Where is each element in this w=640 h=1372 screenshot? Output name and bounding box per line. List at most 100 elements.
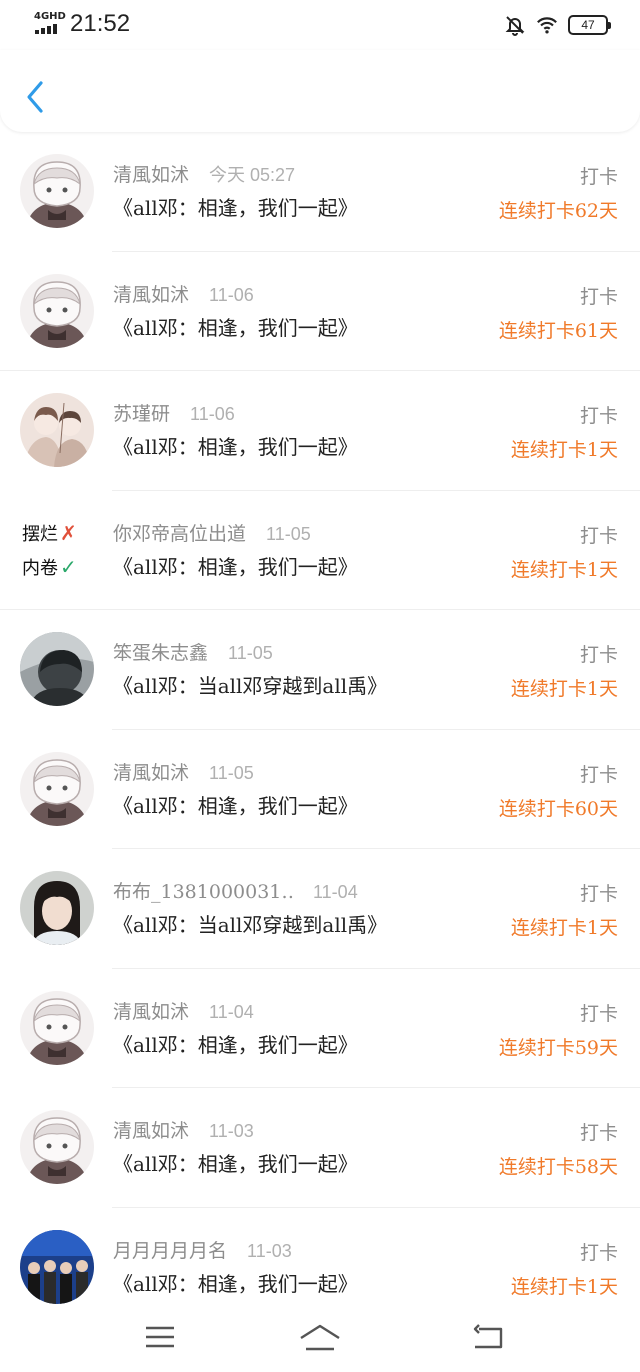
timestamp: 11-04 — [313, 882, 358, 902]
entry-meta: 苏瑾研 11-06 — [113, 399, 235, 425]
streak-label: 连续打卡62天 — [498, 200, 618, 222]
book-title[interactable]: 《all邓：相逢，我们一起》 — [113, 312, 358, 341]
action-label: 打卡 — [579, 405, 618, 427]
battery-icon: 47 — [568, 15, 611, 35]
menu-button[interactable] — [138, 1319, 182, 1355]
streak-label: 连续打卡58天 — [498, 1156, 618, 1178]
avatar[interactable] — [20, 1229, 94, 1304]
book-title[interactable]: 《all邓：当all邓穿越到all禹》 — [113, 909, 387, 938]
avatar[interactable]: 摆烂 ✗ 内卷 ✓ — [22, 517, 92, 583]
username[interactable]: 苏瑾研 — [113, 399, 170, 426]
streak-label: 连续打卡1天 — [510, 439, 618, 461]
back-icon — [473, 1324, 503, 1349]
list-item[interactable]: 清風如沭 今天 05:27 《all邓：相逢，我们一起》 打卡 连续打卡62天 — [0, 132, 640, 252]
list-item[interactable]: 布布_1381000031… 11-04 《all邓：当all邓穿越到all禹》… — [0, 849, 640, 969]
entry-meta: 布布_1381000031… 11-04 — [113, 877, 358, 903]
timestamp: 11-03 — [209, 1121, 254, 1141]
username[interactable]: 清風如沭 — [113, 160, 189, 187]
avatar-text: 内卷 — [22, 557, 58, 579]
username[interactable]: 清風如沭 — [113, 1116, 189, 1143]
network-type: 4GHD — [34, 11, 66, 22]
mute-bell-icon — [504, 14, 526, 36]
book-title[interactable]: 《all邓：相逢，我们一起》 — [113, 790, 358, 819]
book-title[interactable]: 《all邓：相逢，我们一起》 — [113, 1029, 358, 1058]
home-button[interactable] — [298, 1319, 342, 1355]
book-title[interactable]: 《all邓：相逢，我们一起》 — [113, 431, 358, 460]
cross-icon: ✗ — [60, 520, 77, 545]
book-title[interactable]: 《all邓：相逢，我们一起》 — [113, 551, 358, 580]
check-icon: ✓ — [60, 554, 77, 579]
timestamp: 11-06 — [209, 284, 254, 305]
streak-label: 连续打卡1天 — [510, 678, 618, 700]
action-label: 打卡 — [579, 166, 618, 188]
username[interactable]: 你邓帝高位出道 — [113, 519, 246, 546]
book-title[interactable]: 《all邓：相逢，我们一起》 — [113, 192, 358, 221]
action-label: 打卡 — [579, 1002, 618, 1025]
avatar[interactable] — [20, 990, 94, 1065]
streak-label: 连续打卡1天 — [510, 1275, 618, 1298]
entry-meta: 清風如沭 11-04 — [113, 997, 254, 1023]
avatar[interactable] — [20, 154, 94, 228]
list-item[interactable]: 笨蛋朱志鑫 11-05 《all邓：当all邓穿越到all禹》 打卡 连续打卡1… — [0, 610, 640, 730]
chevron-left-icon — [27, 81, 43, 113]
header — [0, 50, 640, 132]
avatar[interactable] — [20, 751, 94, 826]
timestamp: 11-04 — [209, 1001, 254, 1022]
action-label: 打卡 — [579, 285, 618, 308]
action-label: 打卡 — [579, 1122, 618, 1144]
checkin-list: 清風如沭 今天 05:27 《all邓：相逢，我们一起》 打卡 连续打卡62天 … — [0, 132, 640, 1307]
username[interactable]: 月月月月月名 — [113, 1236, 227, 1263]
avatar[interactable] — [20, 632, 94, 706]
action-label: 打卡 — [579, 763, 618, 786]
menu-icon — [146, 1326, 174, 1348]
streak-label: 连续打卡59天 — [498, 1036, 618, 1059]
username[interactable]: 笨蛋朱志鑫 — [113, 638, 208, 665]
system-nav-bar — [0, 1307, 640, 1372]
book-title[interactable]: 《all邓：相逢，我们一起》 — [113, 1268, 358, 1297]
avatar[interactable] — [20, 393, 94, 467]
entry-meta: 清風如沭 11-05 — [113, 758, 254, 784]
streak-label: 连续打卡1天 — [510, 917, 618, 939]
streak-label: 连续打卡1天 — [510, 558, 618, 581]
avatar[interactable] — [20, 871, 94, 945]
action-label: 打卡 — [579, 644, 618, 666]
list-item[interactable]: 清風如沭 11-05 《all邓：相逢，我们一起》 打卡 连续打卡60天 — [0, 730, 640, 849]
list-item[interactable]: 苏瑾研 11-06 《all邓：相逢，我们一起》 打卡 连续打卡1天 — [0, 371, 640, 491]
timestamp: 11-03 — [247, 1240, 292, 1261]
timestamp: 11-05 — [209, 762, 254, 783]
back-nav-button[interactable] — [466, 1319, 510, 1355]
entry-meta: 月月月月月名 11-03 — [113, 1236, 292, 1262]
timestamp: 今天 05:27 — [209, 165, 296, 185]
list-item[interactable]: 摆烂 ✗ 内卷 ✓ 你邓帝高位出道 11-05 《all邓：相逢，我们一起》 打卡 … — [0, 491, 640, 610]
book-title[interactable]: 《all邓：当all邓穿越到all禹》 — [113, 670, 387, 699]
entry-meta: 笨蛋朱志鑫 11-05 — [113, 638, 273, 664]
back-button[interactable] — [18, 78, 52, 116]
timestamp: 11-05 — [228, 643, 273, 663]
avatar[interactable] — [20, 1110, 94, 1184]
wifi-icon — [536, 14, 558, 36]
avatar[interactable] — [20, 273, 94, 348]
list-item[interactable]: 清風如沭 11-03 《all邓：相逢，我们一起》 打卡 连续打卡58天 — [0, 1088, 640, 1208]
clock: 21:52 — [70, 10, 131, 37]
username[interactable]: 布布_1381000031… — [113, 877, 293, 904]
action-label: 打卡 — [579, 524, 618, 547]
signal-icon — [35, 24, 61, 34]
entry-meta: 清風如沭 11-06 — [113, 280, 254, 306]
action-label: 打卡 — [579, 883, 618, 905]
entry-meta: 清風如沭 11-03 — [113, 1116, 254, 1142]
username[interactable]: 清風如沭 — [113, 758, 189, 785]
streak-label: 连续打卡60天 — [498, 797, 618, 820]
status-bar: 4GHD 21:52 47 — [0, 0, 640, 50]
list-item[interactable]: 月月月月月名 11-03 《all邓：相逢，我们一起》 打卡 连续打卡1天 — [0, 1208, 640, 1308]
entry-meta: 你邓帝高位出道 11-05 — [113, 519, 311, 545]
book-title[interactable]: 《all邓：相逢，我们一起》 — [113, 1148, 358, 1177]
entry-meta: 清風如沭 今天 05:27 — [113, 160, 295, 186]
avatar-text: 摆烂 — [22, 523, 58, 545]
streak-label: 连续打卡61天 — [498, 319, 618, 342]
username[interactable]: 清風如沭 — [113, 997, 189, 1024]
action-label: 打卡 — [579, 1241, 618, 1264]
list-item[interactable]: 清風如沭 11-04 《all邓：相逢，我们一起》 打卡 连续打卡59天 — [0, 969, 640, 1088]
list-item[interactable]: 清風如沭 11-06 《all邓：相逢，我们一起》 打卡 连续打卡61天 — [0, 252, 640, 371]
username[interactable]: 清風如沭 — [113, 280, 189, 307]
status-icons: 47 — [504, 12, 611, 38]
